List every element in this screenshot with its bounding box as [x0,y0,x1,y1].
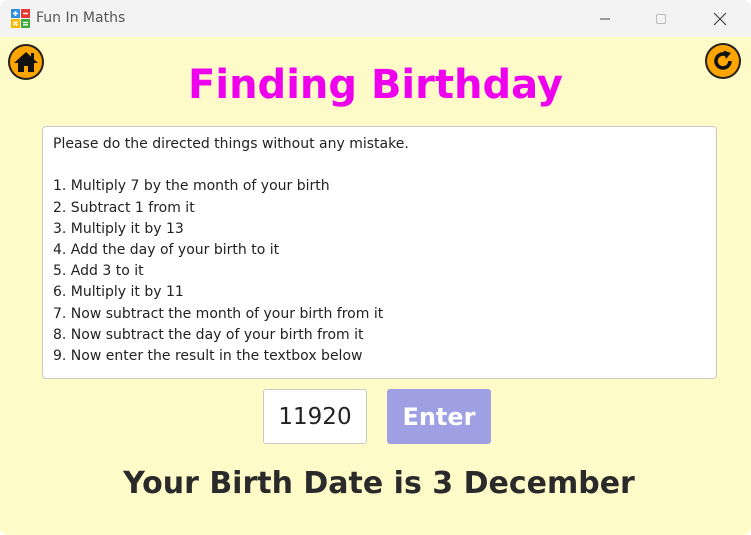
instruction-line: 6. Multiply it by 11 [53,284,184,301]
instruction-line: 7. Now subtract the month of your birth … [53,305,384,322]
instruction-line: 2. Subtract 1 from it [53,199,195,216]
minimize-icon [600,18,610,19]
maximize-icon [656,13,666,24]
birth-date-result: Your Birth Date is 3 December [123,466,635,501]
instruction-line: 1. Multiply 7 by the month of your birth [53,178,330,195]
maximize-button[interactable] [638,0,684,37]
app-window: Fun In Maths Finding Birthday Please do … [0,0,751,535]
instruction-line: 8. Now subtract the day of your birth fr… [53,326,364,343]
instruction-line: 3. Multiply it by 13 [53,220,184,237]
result-input[interactable]: 11920 [263,389,367,444]
instruction-line: Please do the directed things without an… [53,136,409,152]
close-button[interactable] [697,0,743,37]
instruction-line [53,155,706,176]
enter-button[interactable]: Enter [387,389,491,444]
instruction-line: 5. Add 3 to it [53,263,144,280]
window-title: Fun In Maths [36,10,126,26]
minimize-button[interactable] [582,0,628,37]
instruction-line: 4. Add the day of your birth to it [53,241,280,258]
instructions-textarea[interactable]: Please do the directed things without an… [42,126,717,379]
close-icon [713,12,727,25]
page-title: Finding Birthday [188,62,563,108]
instruction-line: 9. Now enter the result in the textbox b… [53,347,363,364]
app-icon [11,9,30,28]
title-bar[interactable]: Fun In Maths [0,0,751,37]
